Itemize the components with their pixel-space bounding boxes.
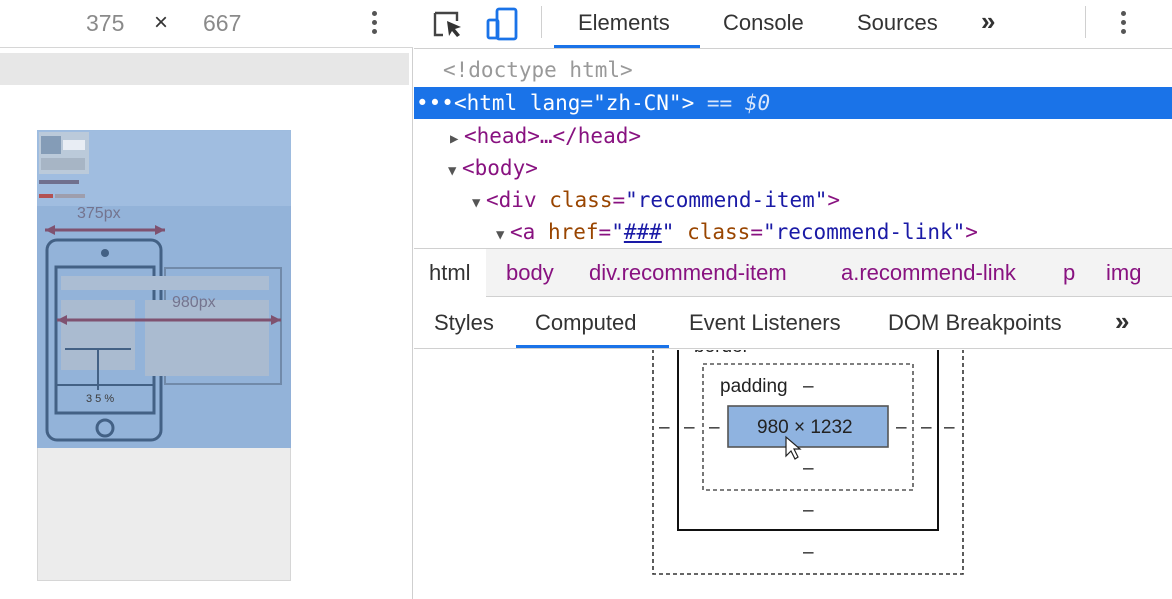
- dimension-separator: ×: [154, 9, 169, 36]
- breadcrumb-a[interactable]: a.recommend-link: [841, 249, 1016, 297]
- tab-styles[interactable]: Styles: [434, 310, 494, 336]
- a-href-link[interactable]: ###: [624, 220, 662, 244]
- a-href-name: href: [547, 220, 599, 244]
- border-right-value[interactable]: –: [921, 417, 932, 439]
- tab-event-listeners[interactable]: Event Listeners: [689, 310, 841, 336]
- devtools-panel: Elements Console Sources » <!doctype htm…: [414, 0, 1172, 599]
- head-node-text: <head>…</head>: [464, 124, 642, 148]
- dom-node-div[interactable]: ▼ <div class="recommend-item">: [414, 184, 1172, 216]
- dom-node-head[interactable]: ▶ <head>…</head>: [414, 120, 1172, 152]
- padding-right-value[interactable]: –: [896, 417, 907, 439]
- margin-left-value[interactable]: –: [659, 417, 670, 439]
- box-model-diagram: border padding – 980 × 1232 – – – – – – …: [414, 350, 1172, 599]
- more-tabs-chevron-icon[interactable]: »: [981, 6, 995, 37]
- media-query-bar[interactable]: [0, 53, 409, 85]
- ellipsis-icon[interactable]: •••: [416, 91, 454, 115]
- device-width-input[interactable]: 375: [86, 10, 124, 37]
- collapse-triangle-icon[interactable]: ▼: [472, 187, 486, 219]
- border-left-value[interactable]: –: [684, 417, 695, 439]
- tab-elements[interactable]: Elements: [578, 10, 670, 36]
- collapse-triangle-icon[interactable]: ▼: [448, 155, 462, 187]
- breadcrumb-div[interactable]: div.recommend-item: [589, 249, 787, 297]
- border-label: border: [694, 350, 749, 358]
- html-attr-name: lang: [529, 91, 581, 115]
- html-attr-value: "zh-CN": [593, 91, 682, 115]
- breadcrumb-p[interactable]: p: [1063, 249, 1075, 297]
- tab-console[interactable]: Console: [723, 10, 804, 36]
- device-toolbar-toggle-icon[interactable]: [484, 6, 520, 42]
- div-tag-name: div: [498, 188, 537, 212]
- active-subtab-indicator: [516, 345, 669, 348]
- tab-computed[interactable]: Computed: [535, 310, 637, 336]
- selected-node-marker: == $0: [706, 91, 771, 115]
- label-percent: 3 5 %: [86, 393, 115, 405]
- toolbar-divider: [1085, 6, 1086, 38]
- viewport-illustration: [37, 130, 291, 442]
- border-bottom-value[interactable]: –: [803, 500, 814, 522]
- a-class-name: class: [687, 220, 751, 244]
- expand-triangle-icon[interactable]: ▶: [450, 123, 464, 155]
- dom-node-html-selected[interactable]: •••<html lang="zh-CN"> == $0: [414, 87, 1172, 119]
- breadcrumb-html[interactable]: html: [414, 249, 486, 297]
- sidebar-tabs: Styles Computed Event Listeners DOM Brea…: [414, 298, 1172, 349]
- devtools-menu-kebab-icon[interactable]: [1121, 11, 1127, 37]
- label-375px: 375px: [77, 205, 121, 222]
- more-subtabs-chevron-icon[interactable]: »: [1115, 306, 1129, 337]
- tab-sources[interactable]: Sources: [857, 10, 938, 36]
- devtools-toolbar: Elements Console Sources »: [414, 0, 1172, 49]
- breadcrumb-img[interactable]: img: [1106, 249, 1141, 297]
- padding-top-value[interactable]: –: [803, 376, 814, 398]
- device-toolbar: 375 × 667: [0, 0, 413, 48]
- padding-bottom-value[interactable]: –: [803, 458, 814, 480]
- dom-node-doctype[interactable]: <!doctype html>: [414, 54, 1172, 86]
- collapse-triangle-icon[interactable]: ▼: [496, 219, 510, 247]
- toolbar-divider: [541, 6, 542, 38]
- breadcrumb-body[interactable]: body: [506, 249, 554, 297]
- element-highlight-overlay: 375px 980px 3 5 %: [37, 130, 291, 448]
- active-tab-indicator: [554, 45, 700, 48]
- a-class-value: "recommend-link": [762, 220, 966, 244]
- box-model-svg: [652, 350, 964, 575]
- html-tag-name: html: [466, 91, 518, 115]
- body-node-text: <body>: [462, 156, 538, 180]
- doctype-text: <!doctype html>: [443, 58, 633, 82]
- breadcrumb: html body div.recommend-item a.recommend…: [414, 248, 1172, 297]
- device-options-kebab-icon[interactable]: [372, 11, 378, 37]
- tab-dom-breakpoints[interactable]: DOM Breakpoints: [888, 310, 1062, 336]
- padding-left-value[interactable]: –: [709, 417, 720, 439]
- content-size[interactable]: 980 × 1232: [757, 417, 853, 439]
- margin-bottom-value[interactable]: –: [803, 542, 814, 564]
- inspect-element-icon[interactable]: [430, 6, 466, 42]
- div-attr-value: "recommend-item": [625, 188, 828, 212]
- dom-tree: <!doctype html> •••<html lang="zh-CN"> =…: [414, 50, 1172, 247]
- device-height-input[interactable]: 667: [203, 10, 241, 37]
- label-980px: 980px: [172, 294, 216, 311]
- dom-node-body[interactable]: ▼ <body>: [414, 152, 1172, 184]
- dom-node-a[interactable]: ▼ <a href="###" class="recommend-link">: [414, 216, 1172, 247]
- margin-right-value[interactable]: –: [944, 417, 955, 439]
- a-tag-name: a: [522, 220, 536, 244]
- device-emulation-pane: 375 × 667 375px 980px 3 5 %: [0, 0, 413, 599]
- padding-label: padding: [720, 376, 788, 397]
- div-attr-name: class: [549, 188, 613, 212]
